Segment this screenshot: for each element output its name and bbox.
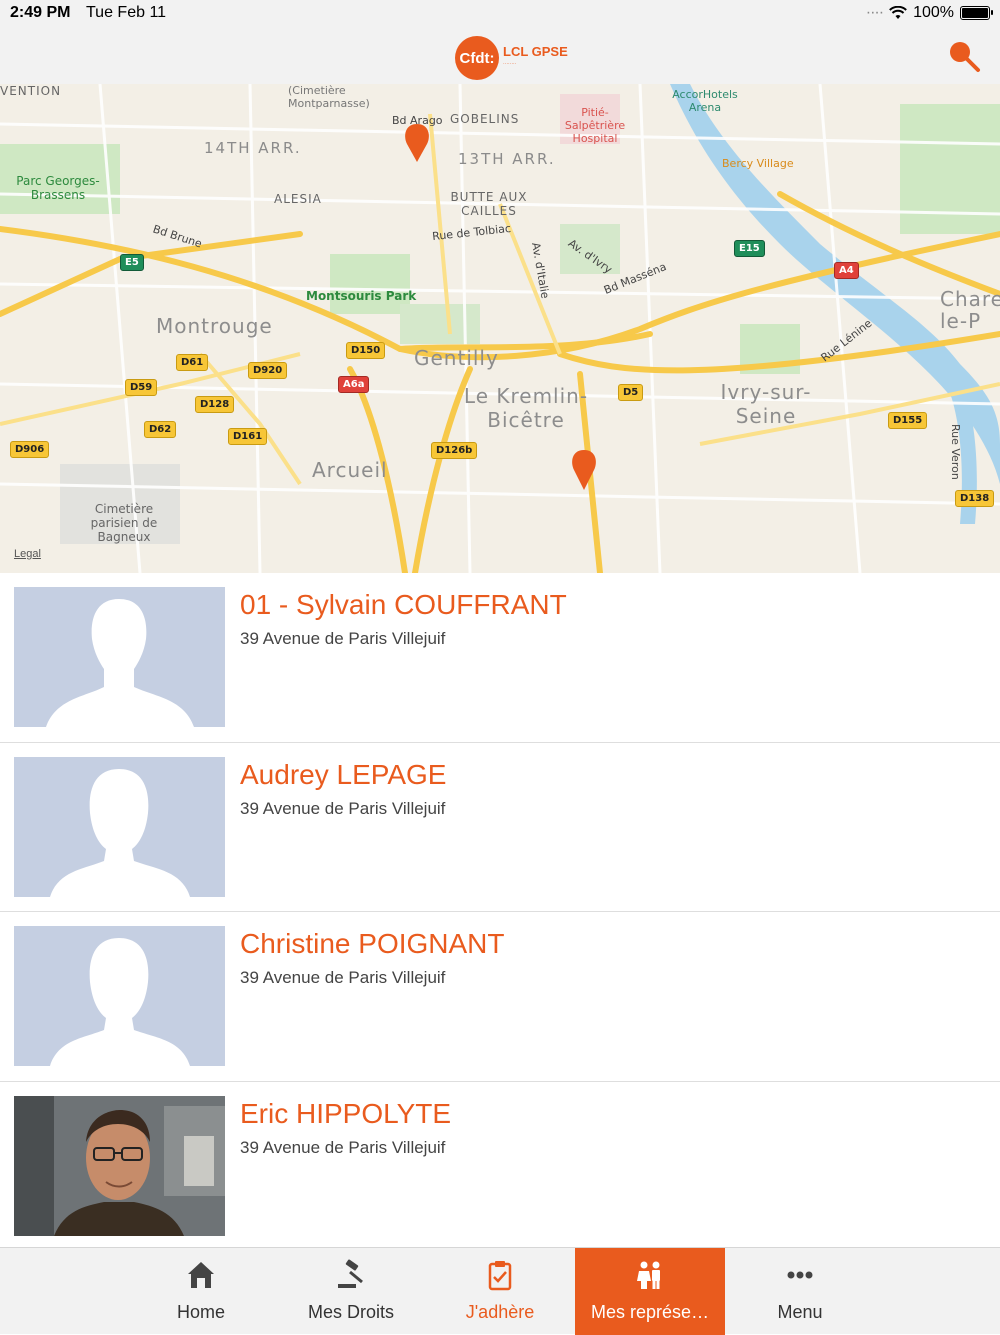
more-icon — [787, 1271, 813, 1279]
status-bar: 2:49 PM Tue Feb 11 ···· 100% — [0, 0, 1000, 28]
battery-level — [962, 8, 988, 18]
map-label-ivry: Ivry-sur-Seine — [720, 380, 812, 428]
clipboard-check-icon — [488, 1261, 512, 1291]
road-badge-d906: D906 — [10, 441, 50, 458]
road-badge-d62: D62 — [144, 421, 177, 438]
logo-text: LCL GPSE ········ — [503, 44, 568, 70]
portrait-photo-icon — [14, 1095, 225, 1236]
map-label-butte: BUTTE AUX CAILLES — [450, 190, 528, 218]
avatar — [14, 756, 225, 897]
road-badge-d920: D920 — [248, 362, 288, 379]
map-label-cemetery: (Cimetière Montparnasse) — [288, 84, 370, 110]
list-item[interactable]: Audrey LEPAGE 39 Avenue de Paris Villeju… — [0, 742, 1000, 912]
home-icon — [188, 1262, 214, 1288]
road-badge-e5: E5 — [120, 254, 144, 271]
tab-bar: Home Mes Droits J'adhère Mes représe… Me… — [0, 1247, 1000, 1335]
search-icon — [950, 42, 980, 72]
search-button[interactable] — [946, 38, 982, 74]
road-badge-a6a: A6a — [338, 376, 370, 393]
map-label-bagneux: Cimetière parisien de Bagneux — [90, 502, 158, 544]
tab-mes-representants[interactable]: Mes représe… — [575, 1248, 725, 1335]
avatar — [14, 1095, 225, 1236]
rep-address: 39 Avenue de Paris Villejuif — [240, 798, 446, 818]
rep-name: Eric HIPPOLYTE — [240, 1097, 452, 1129]
female-silhouette-icon — [50, 938, 190, 1066]
gavel-icon — [338, 1259, 363, 1288]
status-date: Tue Feb 11 — [86, 4, 167, 21]
people-icon — [637, 1261, 660, 1289]
tab-label: J'adhère — [465, 1302, 535, 1322]
status-right: ···· 100% — [865, 4, 993, 22]
map-legal-link[interactable]: Legal — [14, 548, 41, 560]
road-badge-d128: D128 — [195, 396, 235, 413]
map-label-montrouge: Montrouge — [156, 314, 273, 338]
rep-address: 39 Avenue de Paris Villejuif — [240, 1137, 446, 1157]
map-label-gentilly: Gentilly — [414, 346, 499, 370]
road-badge-e15: E15 — [734, 240, 765, 257]
map-label-accor: AccorHotels Arena — [672, 88, 738, 114]
map-label-13th: 13TH ARR. — [458, 150, 556, 168]
battery-icon — [960, 6, 993, 20]
avatar — [14, 926, 225, 1066]
map-label-arcueil: Arcueil — [312, 458, 388, 482]
tab-label: Mes représe… — [590, 1302, 710, 1322]
list-item[interactable]: Eric HIPPOLYTE 39 Avenue de Paris Villej… — [0, 1081, 1000, 1251]
app-logo: Cfdt: LCL GPSE ········ — [455, 36, 568, 80]
battery-percent: 100% — [913, 4, 954, 21]
tab-label: Menu — [777, 1302, 823, 1322]
road-badge-d155: D155 — [888, 412, 928, 429]
logo-text-main: LCL GPSE — [503, 44, 568, 59]
map-label-vention: VENTION — [0, 84, 62, 98]
logo-mark: Cfdt: — [455, 36, 499, 80]
map-label-alesia: ALESIA — [274, 192, 322, 206]
map-label-charenton: Charenton-le-P — [940, 287, 1000, 333]
map-pin-1 — [405, 124, 429, 162]
list-item[interactable]: 01 - Sylvain COUFFRANT 39 Avenue de Pari… — [0, 573, 1000, 743]
road-badge-d5: D5 — [618, 384, 644, 401]
avatar — [14, 587, 225, 727]
map-view[interactable]: VENTION (Cimetière Montparnasse) Bd Arag… — [0, 84, 1000, 573]
male-silhouette-icon — [46, 599, 194, 727]
road-badge-d150: D150 — [346, 342, 386, 359]
rep-address: 39 Avenue de Paris Villejuif — [240, 629, 446, 648]
tab-mes-droits[interactable]: Mes Droits — [276, 1248, 426, 1335]
map-label-veron: Rue Veron — [949, 424, 962, 480]
rep-name: Audrey LEPAGE — [240, 758, 447, 790]
road-badge-d59: D59 — [125, 379, 158, 396]
road-badge-d126b: D126b — [431, 442, 478, 459]
road-badge-d161: D161 — [228, 428, 268, 445]
map-label-montsouris: Montsouris Park — [306, 289, 417, 303]
rep-address: 39 Avenue de Paris Villejuif — [240, 968, 446, 987]
map-label-kremlin: Le Kremlin-Bicêtre — [463, 384, 589, 432]
road-badge-a4: A4 — [834, 262, 859, 279]
female-silhouette-icon — [50, 768, 190, 897]
nav-header: Cfdt: LCL GPSE ········ — [0, 28, 1000, 84]
road-badge-d138: D138 — [955, 490, 995, 507]
map-label-gobelins: GOBELINS — [450, 112, 520, 126]
wifi-icon — [889, 6, 907, 19]
signal-dots-icon: ···· — [865, 4, 884, 21]
representatives-list: 01 - Sylvain COUFFRANT 39 Avenue de Pari… — [0, 573, 1000, 1251]
map-label-bercy: Bercy Village — [722, 157, 794, 170]
logo-subtitle-decoration: ········ — [503, 61, 517, 67]
tab-home[interactable]: Home — [126, 1248, 276, 1335]
tab-label: Home — [176, 1302, 225, 1322]
status-time: 2:49 PM — [10, 4, 71, 21]
tab-jadhere[interactable]: J'adhère — [425, 1248, 575, 1335]
tab-menu[interactable]: Menu — [725, 1248, 875, 1335]
tab-label: Mes Droits — [307, 1302, 394, 1322]
road-badge-d61: D61 — [176, 354, 209, 371]
map-label-arago: Bd Arago — [392, 114, 443, 127]
list-item[interactable]: Christine POIGNANT 39 Avenue de Paris Vi… — [0, 912, 1000, 1082]
map-label-parc-brassens: Parc Georges-Brassens — [16, 174, 100, 202]
rep-name: 01 - Sylvain COUFFRANT — [240, 589, 567, 620]
map-label-14th: 14TH ARR. — [204, 139, 302, 157]
rep-name: Christine POIGNANT — [240, 928, 505, 959]
map-label-pitie: Pitié-Salpêtrière Hospital — [564, 106, 626, 145]
